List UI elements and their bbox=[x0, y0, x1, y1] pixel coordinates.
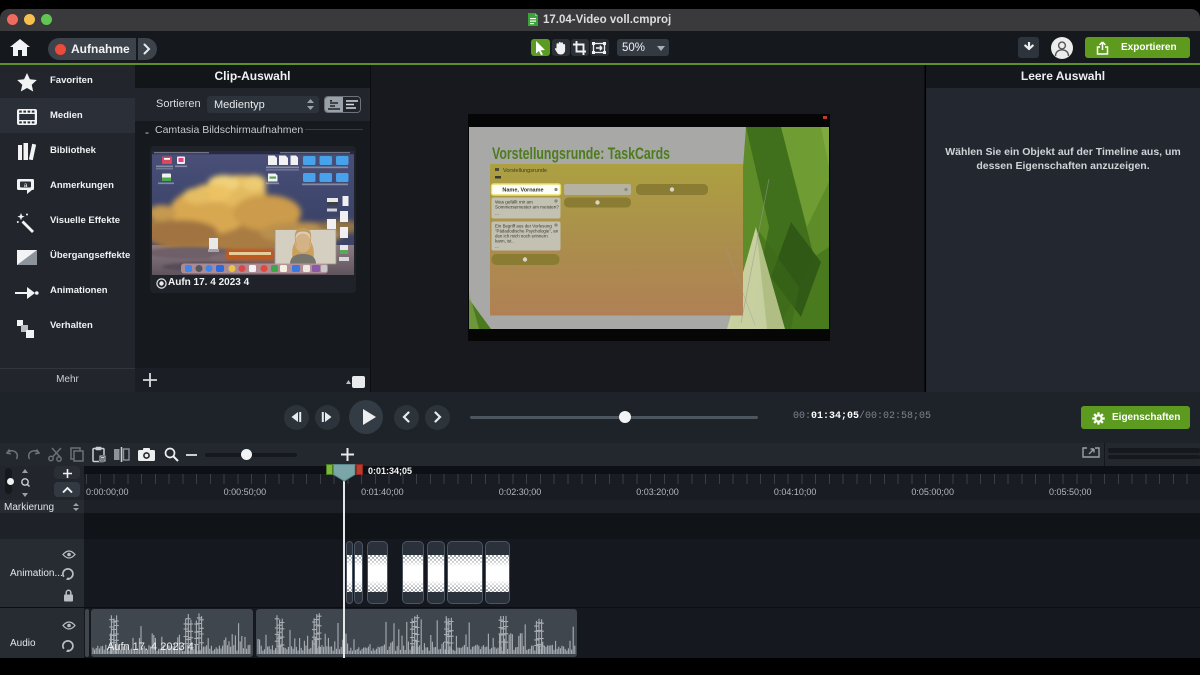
svg-text:a: a bbox=[24, 182, 28, 189]
svg-text:...: ... bbox=[495, 243, 499, 248]
svg-text:Sommersemester am meisten?: Sommersemester am meisten? bbox=[495, 204, 559, 209]
svg-text:...: ... bbox=[495, 210, 499, 215]
svg-text:Vorstellungsrunde: Vorstellungsrunde bbox=[503, 168, 547, 174]
svg-text:Name, Vorname: Name, Vorname bbox=[502, 187, 543, 193]
svg-text:Vorstellungsrunde: TaskCards: Vorstellungsrunde: TaskCards bbox=[492, 144, 670, 163]
